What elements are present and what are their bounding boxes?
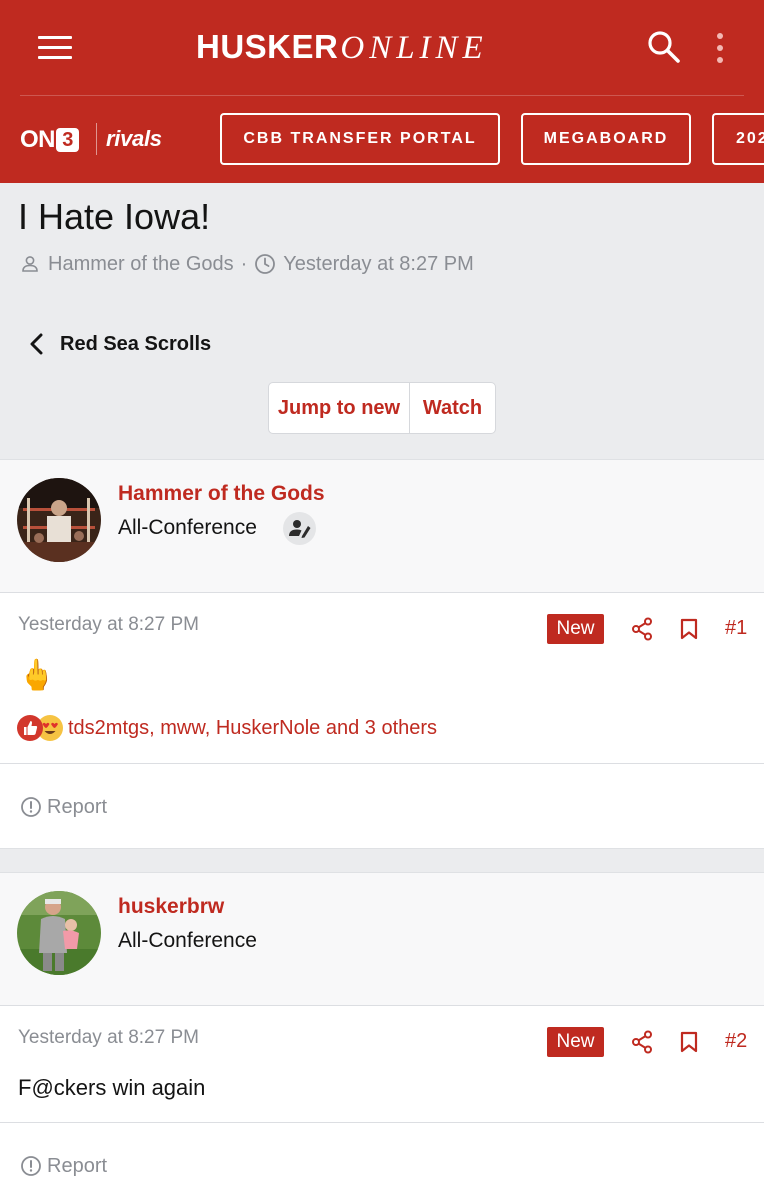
bookmark-icon[interactable] xyxy=(680,618,698,640)
more-options-icon[interactable] xyxy=(713,31,727,65)
like-icon xyxy=(17,715,43,741)
bookmark-icon[interactable] xyxy=(680,1031,698,1053)
top-bar: HUSKER ONLINE xyxy=(0,0,764,95)
watch-button[interactable]: Watch xyxy=(410,383,495,433)
share-icon[interactable] xyxy=(631,617,653,641)
user-icon xyxy=(22,256,38,272)
post-user-block: Hammer of the Gods All-Conference xyxy=(0,460,764,593)
brand-separator xyxy=(96,123,97,155)
user-title: All-Conference xyxy=(118,929,257,952)
logo-husker: HUSKER xyxy=(196,28,339,65)
post-number[interactable]: #2 xyxy=(725,1030,747,1053)
post-username[interactable]: Hammer of the Gods xyxy=(118,482,325,506)
post-user-block: huskerbrw All-Conference xyxy=(0,873,764,1006)
on3-logo[interactable]: ON 3 xyxy=(20,126,79,154)
clock-icon xyxy=(255,254,276,274)
new-badge: New xyxy=(547,614,604,644)
search-icon[interactable] xyxy=(646,29,682,65)
post-content: 🖕 xyxy=(18,659,56,692)
thread-actions: Jump to new Watch xyxy=(268,382,496,434)
post: Hammer of the Gods All-Conference Yester… xyxy=(0,459,764,849)
reactions-bar[interactable]: tds2mtgs, mww, HuskerNole and 3 others xyxy=(17,713,437,743)
new-badge: New xyxy=(547,1027,604,1057)
nav-megaboard[interactable]: MEGABOARD xyxy=(521,113,691,165)
reactors-list[interactable]: tds2mtgs, mww, HuskerNole and 3 others xyxy=(68,717,437,740)
alert-circle-icon xyxy=(21,1156,41,1176)
back-link-label: Red Sea Scrolls xyxy=(60,332,212,355)
report-link[interactable]: Report xyxy=(20,794,107,820)
nav-2024-partial[interactable]: 202 xyxy=(712,113,764,165)
nav-cbb-transfer-portal[interactable]: CBB TRANSFER PORTAL xyxy=(220,113,500,165)
chevron-left-icon xyxy=(30,333,43,355)
on3-text: ON xyxy=(20,126,56,153)
post-number[interactable]: #1 xyxy=(725,617,747,640)
post-date[interactable]: Yesterday at 8:27 PM xyxy=(18,1027,199,1049)
rivals-logo[interactable]: rivals xyxy=(106,126,162,152)
meta-separator: · xyxy=(240,252,248,275)
thread-author[interactable]: Hammer of the Gods xyxy=(48,253,234,276)
thread-meta: Hammer of the Gods · Yesterday at 8:27 P… xyxy=(20,252,474,276)
report-link[interactable]: Report xyxy=(20,1153,107,1179)
alert-circle-icon xyxy=(21,797,41,817)
hamburger-menu-icon[interactable] xyxy=(38,34,74,60)
logo-online: ONLINE xyxy=(340,30,488,66)
post-footer: Report xyxy=(0,1122,764,1200)
post-content: F@ckers win again xyxy=(18,1075,206,1100)
breadcrumb-back-link[interactable]: Red Sea Scrolls xyxy=(28,330,211,358)
post-date[interactable]: Yesterday at 8:27 PM xyxy=(18,614,199,636)
on3-number: 3 xyxy=(56,128,79,152)
thread-timestamp[interactable]: Yesterday at 8:27 PM xyxy=(283,253,474,276)
report-label: Report xyxy=(47,1154,108,1177)
avatar[interactable] xyxy=(17,478,101,562)
avatar[interactable] xyxy=(17,891,101,975)
share-icon[interactable] xyxy=(631,1030,653,1054)
post-username[interactable]: huskerbrw xyxy=(118,895,224,919)
user-title: All-Conference xyxy=(118,516,257,539)
report-label: Report xyxy=(47,795,108,818)
staff-member-icon xyxy=(283,512,316,545)
site-header: HUSKER ONLINE ON 3 rivals CBB TRANSFER PO… xyxy=(0,0,764,183)
post-footer: Report xyxy=(0,763,764,849)
site-logo[interactable]: HUSKER ONLINE xyxy=(196,28,488,68)
thread-title: I Hate Iowa! xyxy=(18,196,211,237)
jump-to-new-button[interactable]: Jump to new xyxy=(269,383,410,433)
post: huskerbrw All-Conference Yesterday at 8:… xyxy=(0,872,764,1200)
